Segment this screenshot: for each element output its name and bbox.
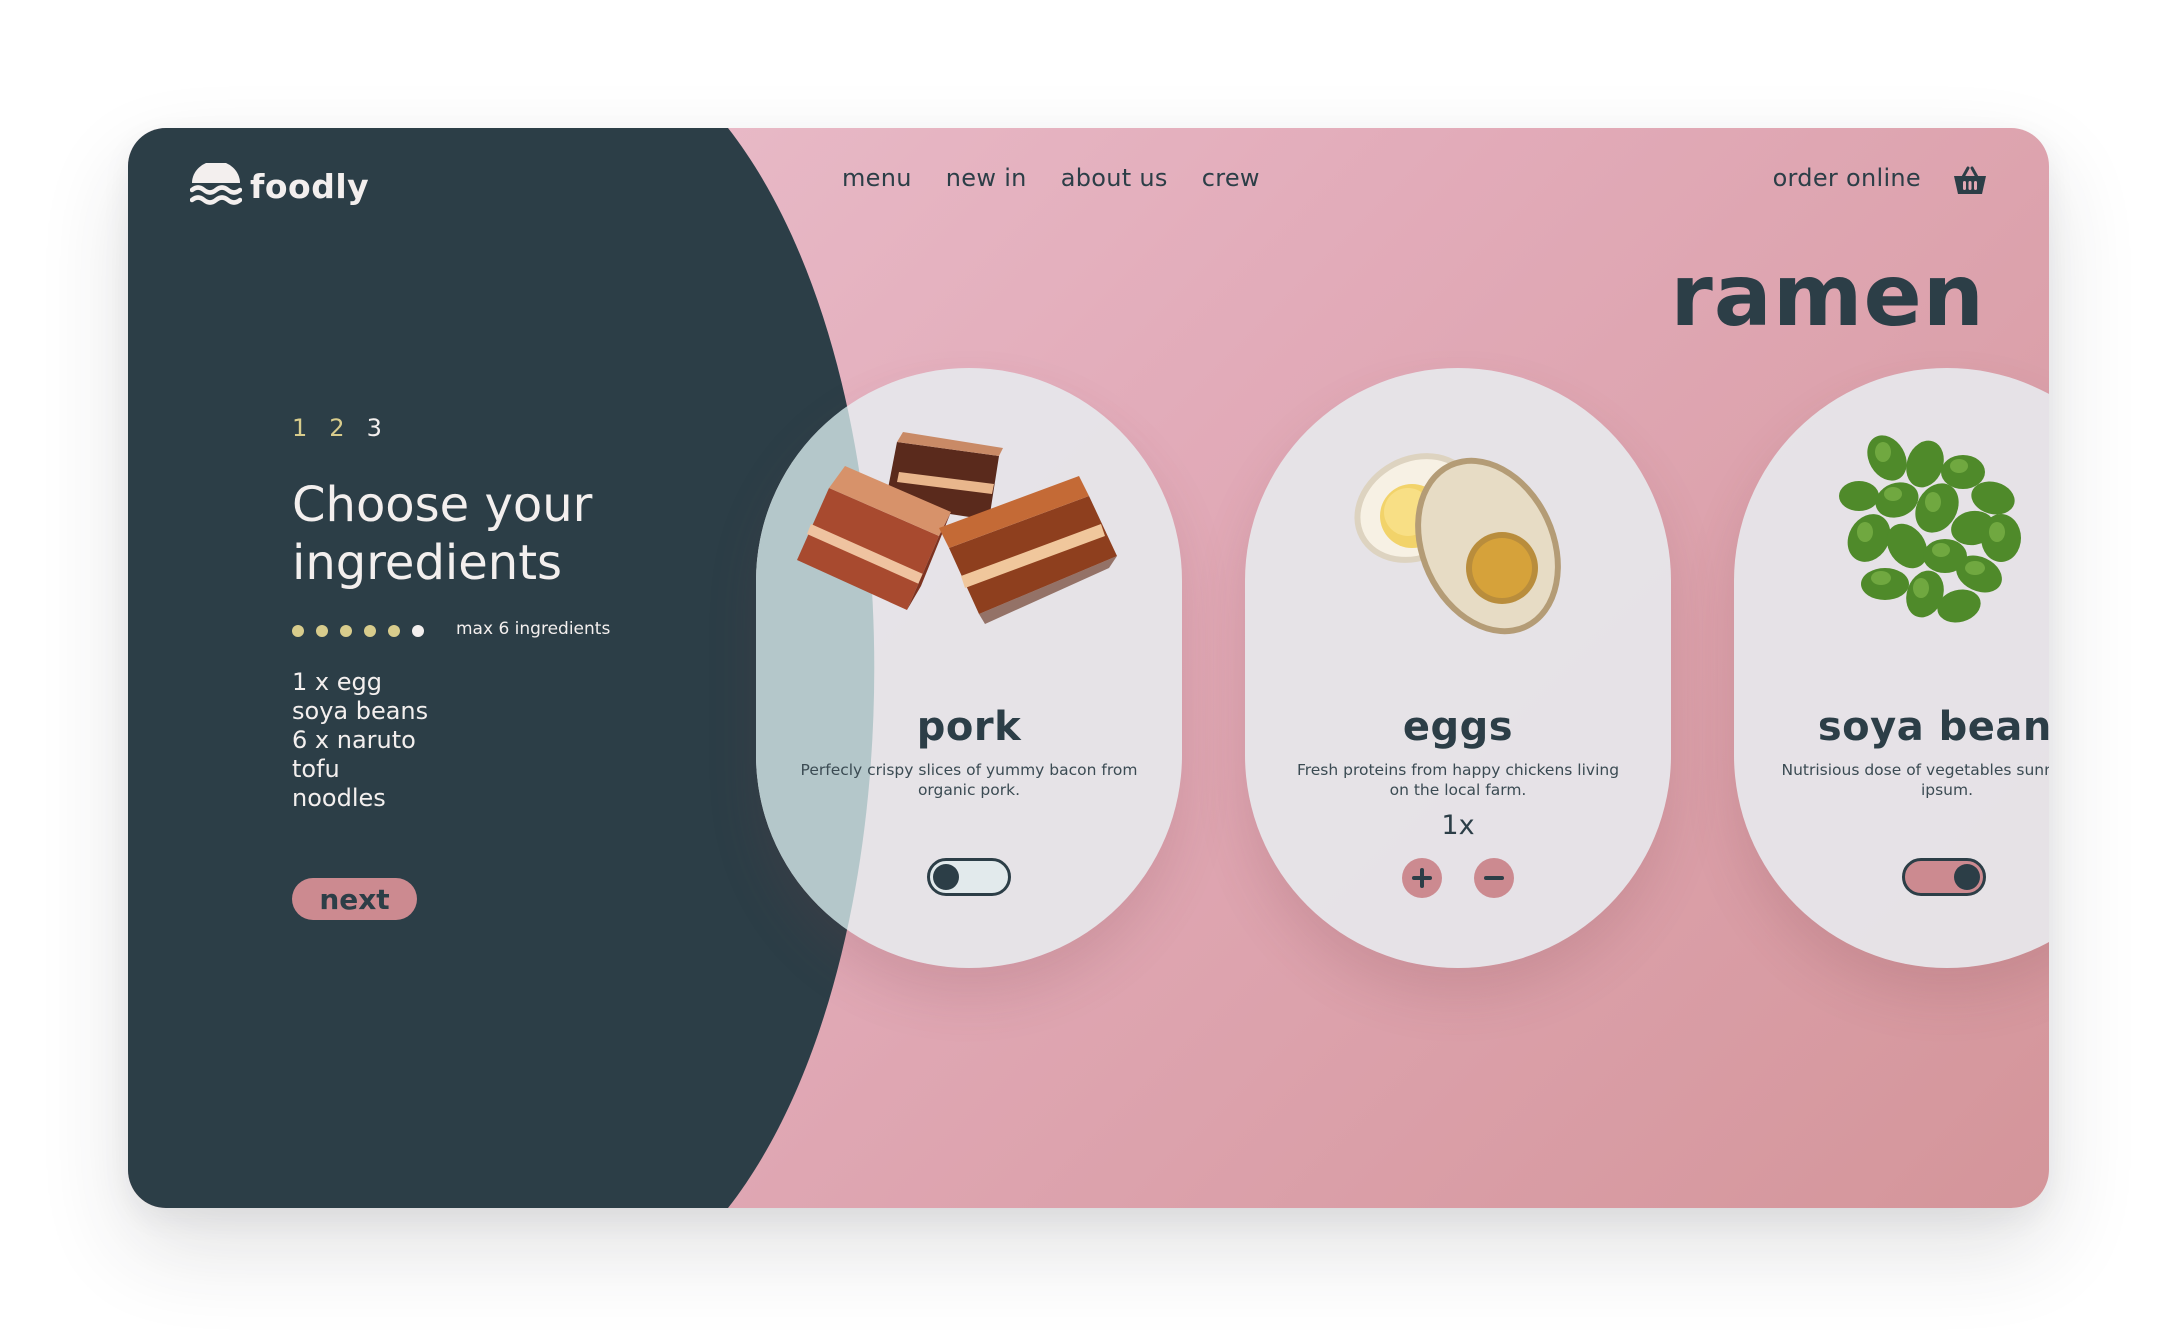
soya-beans-image xyxy=(1839,435,2021,623)
count-dot xyxy=(364,625,376,637)
list-item: soya beans xyxy=(292,697,429,725)
decrease-quantity-button[interactable] xyxy=(1474,858,1514,898)
soya-beans-toggle[interactable] xyxy=(1902,858,1986,896)
basket-icon[interactable] xyxy=(1953,166,1987,196)
waves-logo-icon xyxy=(190,163,242,205)
ingredient-description: Perfecly crispy slices of yummy bacon fr… xyxy=(800,761,1138,799)
ingredient-card-eggs[interactable]: eggs Fresh proteins from happy chickens … xyxy=(1245,368,1671,968)
step-3[interactable]: 3 xyxy=(367,414,382,442)
pork-image xyxy=(797,432,1117,624)
quantity-value: 1x xyxy=(1441,810,1475,841)
main-nav: menu new in about us crew xyxy=(842,164,1260,192)
card-content: eggs Fresh proteins from happy chickens … xyxy=(1245,368,1671,968)
toggle-knob xyxy=(933,864,959,890)
list-item: noodles xyxy=(292,784,386,812)
ingredient-card-pork[interactable]: pork Perfecly crispy slices of yummy bac… xyxy=(756,368,1182,968)
list-item: tofu xyxy=(292,755,340,783)
toggle-knob xyxy=(1954,864,1980,890)
next-button[interactable]: next xyxy=(292,878,417,920)
step-indicator: 1 2 3 xyxy=(292,414,382,442)
page-title: ramen xyxy=(1670,246,1985,346)
section-heading: Choose your ingredients xyxy=(292,477,593,591)
nav-about-us[interactable]: about us xyxy=(1061,164,1168,192)
list-item: 1 x egg xyxy=(292,668,382,696)
ingredient-card-soya-beans[interactable]: soya beans Nutrisious dose of vegetables… xyxy=(1734,368,2049,968)
selected-ingredients-list: 1 x egg soya beans 6 x naruto tofu noodl… xyxy=(292,668,428,813)
ingredient-count-dots xyxy=(292,625,424,637)
brand-logo[interactable]: foodly xyxy=(190,158,369,214)
nav-crew[interactable]: crew xyxy=(1202,164,1260,192)
count-dot xyxy=(316,625,328,637)
step-1[interactable]: 1 xyxy=(292,414,307,442)
count-dot xyxy=(340,625,352,637)
card-content: soya beans Nutrisious dose of vegetables… xyxy=(1734,368,2049,968)
nav-new-in[interactable]: new in xyxy=(946,164,1027,192)
max-ingredients-label: max 6 ingredients xyxy=(456,619,611,639)
count-dot xyxy=(412,625,424,637)
card-content: pork Perfecly crispy slices of yummy bac… xyxy=(756,368,1182,968)
app-window: foodly menu new in about us crew order o… xyxy=(128,128,2049,1208)
order-online-link[interactable]: order online xyxy=(1773,164,1921,192)
increase-quantity-button[interactable] xyxy=(1402,858,1442,898)
nav-menu[interactable]: menu xyxy=(842,164,912,192)
ingredient-name: eggs xyxy=(1402,704,1514,750)
eggs-image xyxy=(1354,453,1561,635)
ingredient-name: pork xyxy=(916,704,1022,750)
count-dot xyxy=(388,625,400,637)
brand-name: foodly xyxy=(250,166,370,206)
list-item: 6 x naruto xyxy=(292,726,416,754)
step-2[interactable]: 2 xyxy=(329,414,344,442)
pork-toggle[interactable] xyxy=(927,858,1011,896)
minus-icon xyxy=(1484,876,1504,880)
ingredient-description: Nutrisious dose of vegetables sunny lore… xyxy=(1781,761,2049,799)
ingredient-description: Fresh proteins from happy chickens livin… xyxy=(1296,761,1620,799)
ingredient-name: soya beans xyxy=(1817,704,2049,750)
plus-icon-stroke xyxy=(1420,868,1424,888)
count-dot xyxy=(292,625,304,637)
